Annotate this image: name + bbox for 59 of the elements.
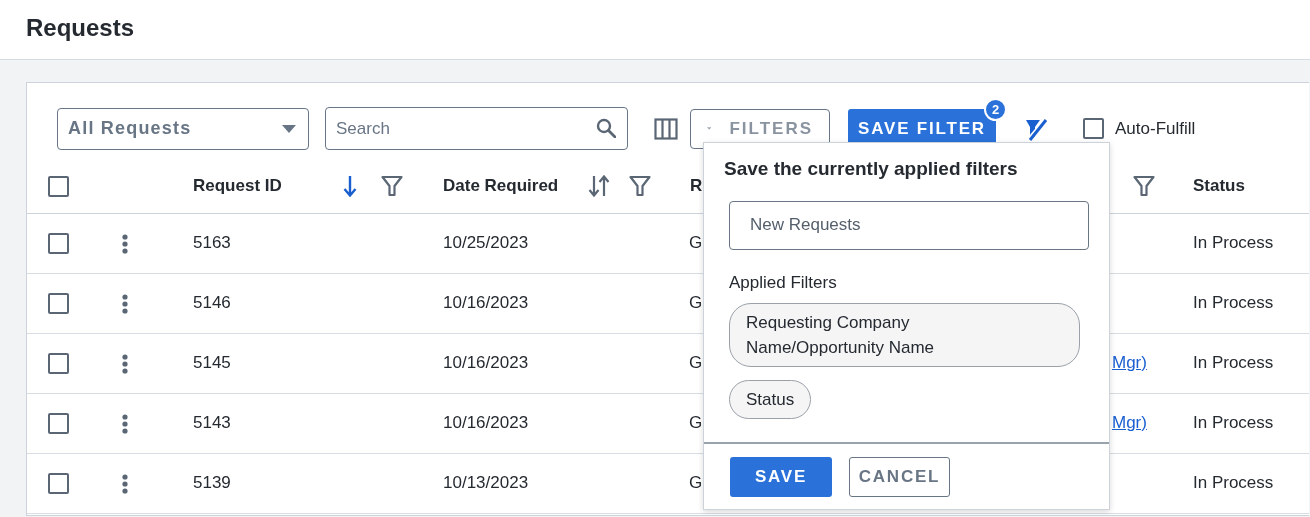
popup-title: Save the currently applied filters xyxy=(724,158,1019,181)
table-link[interactable]: Mgr) xyxy=(1112,413,1147,433)
column-header: Request ID xyxy=(193,175,283,197)
more-options-icon[interactable] xyxy=(122,473,128,494)
more-options-icon[interactable] xyxy=(122,413,128,434)
more-options-icon[interactable] xyxy=(122,293,128,314)
page-title: Requests xyxy=(26,14,136,43)
table-link[interactable]: Mgr) xyxy=(1112,353,1147,373)
table-cell: G xyxy=(689,473,703,493)
table-cell: 10/16/2023 xyxy=(443,353,529,373)
select-all-checkbox[interactable] xyxy=(48,176,69,197)
applied-filters-label: Applied Filters xyxy=(729,271,838,294)
status-cell: In Process xyxy=(1193,413,1274,433)
row-checkbox[interactable] xyxy=(48,473,69,495)
status-cell: In Process xyxy=(1193,233,1274,253)
table-cell: 5145 xyxy=(193,353,231,373)
auto-fulfill-checkbox[interactable] xyxy=(1083,118,1104,139)
more-options-icon[interactable] xyxy=(122,353,128,374)
sort-descending-icon[interactable] xyxy=(343,174,357,197)
table-cell: G xyxy=(689,233,703,253)
row-checkbox[interactable] xyxy=(48,353,69,375)
filter-icon[interactable] xyxy=(629,174,651,197)
column-header: Status xyxy=(1193,175,1246,197)
table-cell: G xyxy=(689,353,703,373)
caret-icon xyxy=(707,125,712,132)
row-checkbox[interactable] xyxy=(48,293,69,315)
table-cell: 5143 xyxy=(193,413,231,433)
cancel-button[interactable]: CANCEL xyxy=(849,456,950,497)
table-cell: 10/13/2023 xyxy=(443,473,529,493)
search-field[interactable]: Search xyxy=(325,107,628,150)
table-cell: G xyxy=(689,413,703,433)
sort-icon[interactable] xyxy=(588,174,610,197)
table-cell: 10/25/2023 xyxy=(443,233,529,253)
filter-count-badge: 2 xyxy=(984,98,1007,121)
status-cell: In Process xyxy=(1193,293,1274,313)
table-cell: 10/16/2023 xyxy=(443,293,529,313)
status-cell: In Process xyxy=(1193,473,1274,493)
more-options-icon[interactable] xyxy=(122,233,128,254)
filter-name-field[interactable]: New Requests xyxy=(729,200,1089,250)
row-checkbox[interactable] xyxy=(48,233,69,255)
table-cell: G xyxy=(689,293,703,313)
filter-chip: Requesting Company Name/Opportunity Name xyxy=(729,303,1080,368)
filter-icon[interactable] xyxy=(381,174,403,197)
filter-icon[interactable] xyxy=(1133,174,1155,197)
auto-fulfill-label: Auto-Fulfill xyxy=(1115,117,1196,140)
row-checkbox[interactable] xyxy=(48,413,69,435)
search-icon xyxy=(596,118,616,138)
table-cell: 5139 xyxy=(193,473,231,493)
status-cell: In Process xyxy=(1193,353,1274,373)
table-cell: 10/16/2023 xyxy=(443,413,529,433)
view-select[interactable]: All Requests xyxy=(57,107,309,150)
save-button[interactable]: SAVE xyxy=(730,456,832,497)
table-cell: 5146 xyxy=(193,293,231,313)
column-header: Date Required xyxy=(443,175,560,197)
filter-chip: Status xyxy=(729,380,812,420)
table-cell: 5163 xyxy=(193,233,231,253)
column-header: R xyxy=(690,175,704,197)
columns-icon[interactable] xyxy=(654,117,678,140)
caret-icon xyxy=(282,124,296,133)
